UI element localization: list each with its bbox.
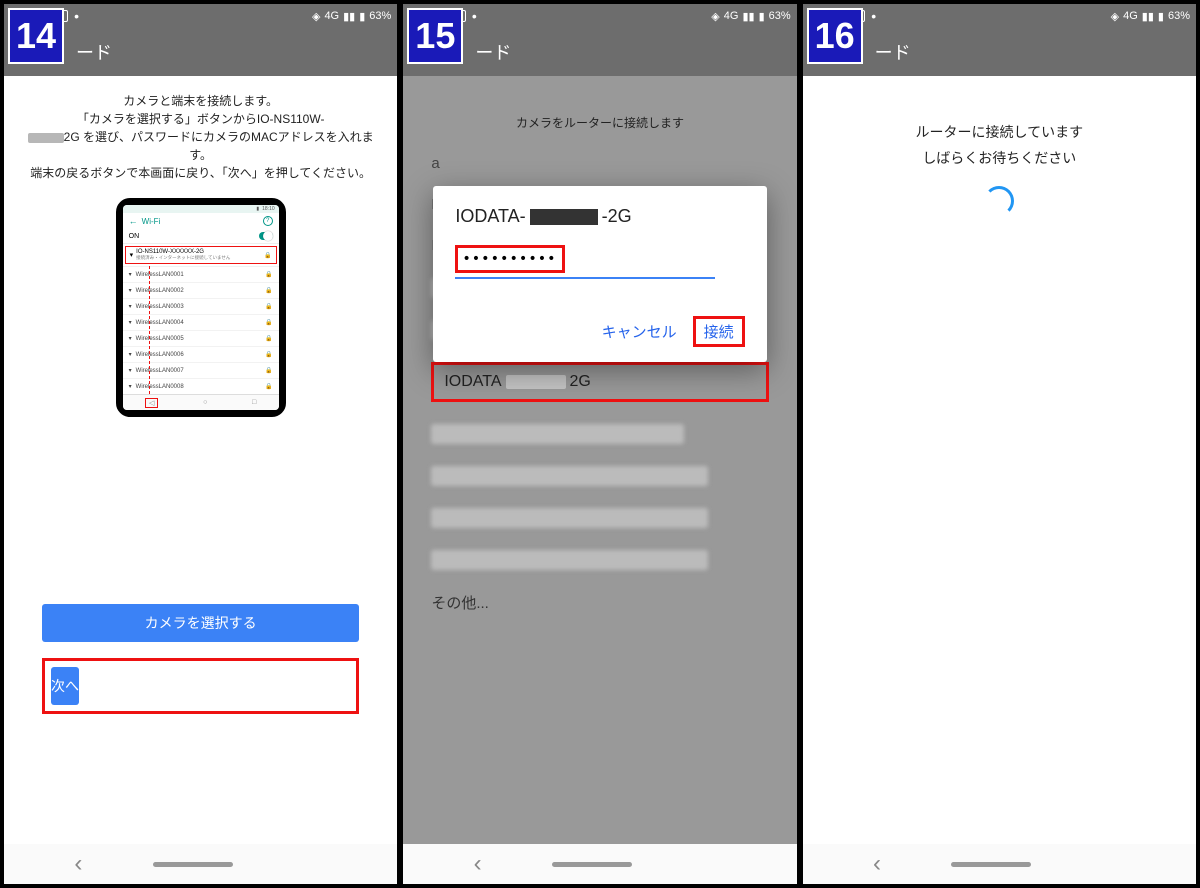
next-button[interactable]: 次へ [51, 667, 79, 705]
connecting-line1: ルーターに接続しています [803, 122, 1196, 142]
connect-button[interactable]: 接続 [698, 322, 740, 343]
mock-network-item: ▾WirelessLAN0001🔒 [123, 266, 279, 282]
mock-on-label: ON [129, 233, 140, 240]
mock-network-item: ▾WirelessLAN0007🔒 [123, 362, 279, 378]
instruction-text: カメラと端末を接続します。 「カメラを選択する」ボタンからIO-NS110W- … [4, 76, 397, 192]
battery-icon: ▮ [1158, 10, 1164, 23]
other-networks[interactable]: その他... [431, 592, 768, 613]
home-pill[interactable] [153, 862, 233, 867]
panel-step-16: 16 ◈ f ◈ 4G ▮▮ ▮ 63% ード ルーターに接続しています しばら… [803, 4, 1196, 884]
app-title: ード [475, 39, 511, 65]
android-nav-bar [403, 844, 796, 884]
wifi-icon: ◈ [1111, 10, 1119, 23]
back-button[interactable] [873, 850, 881, 878]
more-icon [74, 9, 79, 24]
mock-network-item: ▾WirelessLAN0006🔒 [123, 346, 279, 362]
mock-network-item: ▾WirelessLAN0004🔒 [123, 314, 279, 330]
android-nav-bar [4, 844, 397, 884]
connect-button-highlight: 接続 [693, 316, 745, 347]
wifi-password-dialog: IODATA--2G キャンセル 接続 [433, 186, 766, 362]
content-area-dim: カメラをルーターに接続します a D I IODATA2G その他... IOD… [403, 76, 796, 844]
battery-text: 63% [769, 10, 791, 22]
loading-spinner-icon [984, 186, 1014, 216]
wifi-icon: ◈ [711, 10, 719, 23]
signal-icon: ▮▮ [742, 10, 754, 23]
panel-step-14: 14 f ◈ 4G ▮▮ ▮ 63% ード カメラと端末を接続します。 「カメラ… [4, 4, 397, 884]
more-icon [472, 9, 477, 24]
password-input-highlight [455, 245, 565, 273]
next-button-highlight: 次へ [42, 658, 359, 714]
mock-selected-network: ▾ IO-NS110W-XXXXXX-2G 接続済み・インターネットに接続してい… [125, 246, 277, 264]
more-icon [871, 9, 876, 24]
back-button[interactable] [74, 850, 82, 878]
home-pill[interactable] [951, 862, 1031, 867]
network-label: 4G [324, 10, 339, 22]
battery-icon: ▮ [759, 10, 765, 23]
mock-network-item: ▾WirelessLAN0005🔒 [123, 330, 279, 346]
signal-icon: ▮▮ [1142, 10, 1154, 23]
battery-text: 63% [369, 10, 391, 22]
app-title: ード [76, 39, 112, 65]
highlighted-network[interactable]: IODATA2G [431, 362, 768, 402]
step-badge: 14 [8, 8, 64, 64]
mock-back-highlight: ◁ [145, 398, 158, 408]
step-badge: 15 [407, 8, 463, 64]
back-button[interactable] [474, 850, 482, 878]
cancel-button[interactable]: キャンセル [594, 315, 685, 348]
android-nav-bar [803, 844, 1196, 884]
select-camera-button[interactable]: カメラを選択する [42, 604, 359, 642]
network-label: 4G [1123, 10, 1138, 22]
battery-text: 63% [1168, 10, 1190, 22]
battery-icon: ▮ [359, 10, 365, 23]
mock-network-item: ▾WirelessLAN0008🔒 [123, 378, 279, 394]
home-pill[interactable] [552, 862, 632, 867]
password-input[interactable] [462, 251, 558, 267]
mock-phone: ▮18:10 ← Wi-Fi ? ON ▾ IO-NS110W-XXXXXX-2… [116, 198, 286, 417]
content-area: ルーターに接続しています しばらくお待ちください [803, 76, 1196, 844]
wifi-icon: ◈ [312, 10, 320, 23]
app-title: ード [875, 39, 911, 65]
panel-step-15: 15 ◈ f ◈ 4G ▮▮ ▮ 63% ード カメラをルーターに接続します a… [403, 4, 796, 884]
step-badge: 16 [807, 8, 863, 64]
mock-wifi-title: Wi-Fi [142, 217, 161, 226]
bg-title: カメラをルーターに接続します [403, 76, 796, 139]
dialog-title: IODATA--2G [455, 206, 744, 227]
signal-icon: ▮▮ [343, 10, 355, 23]
content-area: カメラと端末を接続します。 「カメラを選択する」ボタンからIO-NS110W- … [4, 76, 397, 844]
mock-network-item: ▾WirelessLAN0002🔒 [123, 282, 279, 298]
mock-network-item: ▾WirelessLAN0003🔒 [123, 298, 279, 314]
network-label: 4G [724, 10, 739, 22]
connecting-line2: しばらくお待ちください [803, 148, 1196, 168]
